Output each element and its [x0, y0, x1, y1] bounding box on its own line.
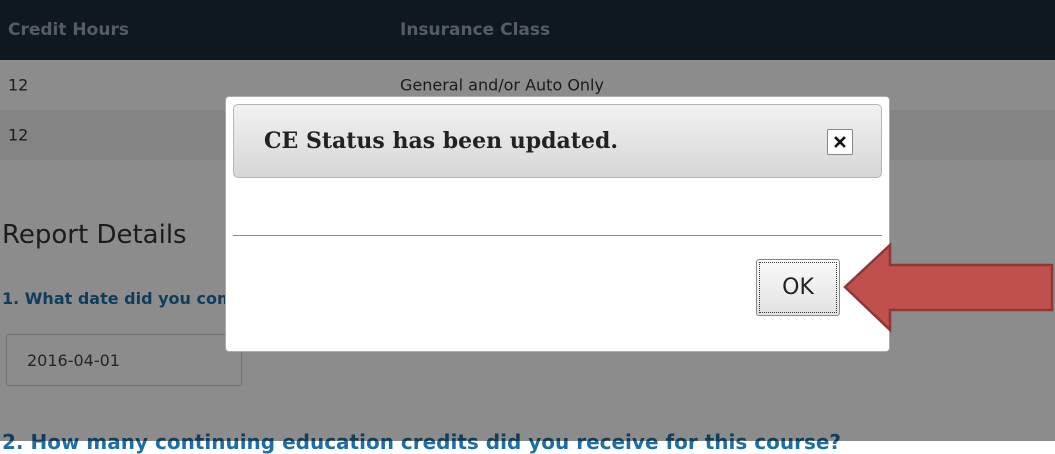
dialog-titlebar: CE Status has been updated. [233, 104, 882, 178]
close-icon [834, 136, 846, 148]
arrow-left-icon [843, 242, 1054, 333]
status-dialog: CE Status has been updated. OK [225, 96, 890, 352]
ok-button[interactable]: OK [756, 259, 840, 316]
dialog-body [233, 185, 882, 225]
dialog-title: CE Status has been updated. [264, 128, 618, 154]
dialog-divider [233, 235, 882, 236]
dialog-close-button[interactable] [827, 129, 853, 155]
